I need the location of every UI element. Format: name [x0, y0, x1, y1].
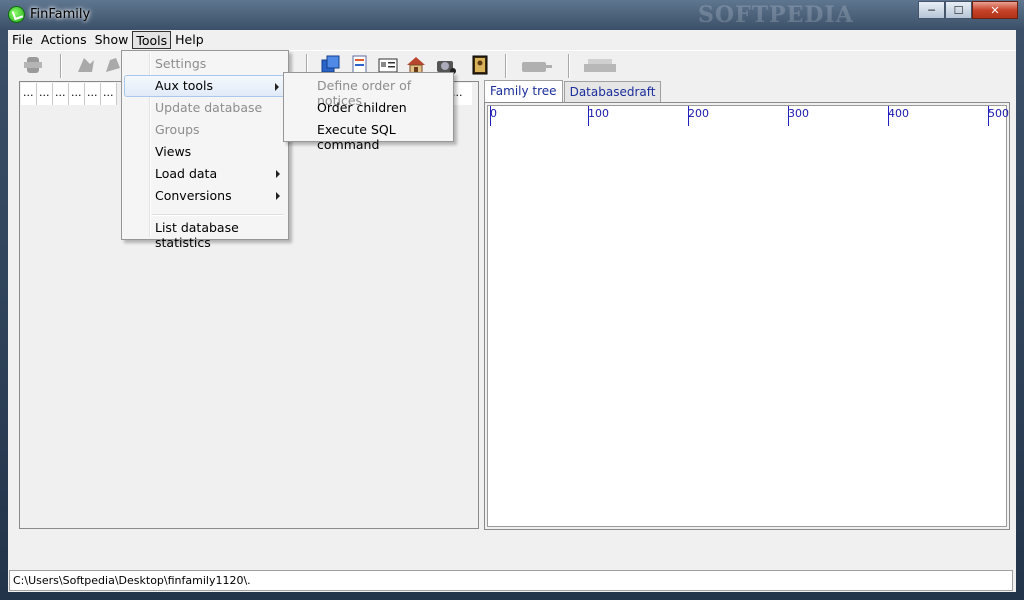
tab-content: 0 100 200 300 400 500 [484, 102, 1010, 530]
menu-item-order-children[interactable]: Order children [286, 97, 451, 119]
window-title: FinFamily [30, 7, 91, 22]
menu-show[interactable]: Show [91, 30, 133, 50]
menu-tools[interactable]: Tools [132, 31, 172, 49]
submenu-arrow-icon [276, 192, 280, 200]
column-header[interactable]: ... [37, 83, 53, 105]
minimize-button[interactable]: ─ [918, 1, 945, 19]
menu-item-label: Conversions [155, 188, 232, 203]
ruler-label: 300 [788, 107, 809, 120]
menu-item-label: Aux tools [155, 78, 214, 93]
tools-menu: Settings Aux tools Update database Group… [121, 50, 289, 250]
app-window: FinFamily SOFTPEDIA ─ ☐ ✕ File Actions S… [0, 0, 1024, 600]
menu-separator [152, 214, 284, 216]
menu-actions[interactable]: Actions [37, 30, 91, 50]
tree-panel: Family tree Databasedraft 0 100 200 300 … [484, 80, 1010, 531]
column-header[interactable]: ... [101, 83, 117, 105]
close-button[interactable]: ✕ [972, 1, 1018, 19]
ruler-label: 0 [490, 107, 497, 120]
menu-item-label: Load data [155, 166, 218, 181]
submenu-arrow-icon [275, 83, 279, 91]
menu-file[interactable]: File [8, 30, 37, 50]
menu-item-groups[interactable]: Groups [124, 119, 286, 141]
printer-icon[interactable] [582, 54, 618, 76]
toolbar-separator [505, 54, 507, 78]
maximize-button[interactable]: ☐ [945, 1, 972, 19]
menu-item-define-order-of-notices[interactable]: Define order of notices [286, 75, 451, 108]
toolbar-separator [60, 54, 62, 78]
menu-help[interactable]: Help [171, 30, 208, 50]
status-bar-path: C:\Users\Softpedia\Desktop\finfamily1120… [9, 570, 1013, 591]
menu-item-execute-sql-command[interactable]: Execute SQL command [286, 119, 451, 152]
menu-item-update-database[interactable]: Update database [124, 97, 286, 119]
column-header[interactable]: ... [21, 83, 37, 105]
ruler-label: 500 [988, 107, 1009, 120]
tab-family-tree[interactable]: Family tree [484, 80, 563, 103]
finfamily-app-icon[interactable] [8, 6, 25, 23]
submenu-arrow-icon [276, 170, 280, 178]
add-parent-icon[interactable] [74, 54, 96, 76]
column-header[interactable]: ... [53, 83, 69, 105]
family-tree-canvas[interactable]: 0 100 200 300 400 500 [487, 105, 1009, 527]
ruler-label: 400 [888, 107, 909, 120]
column-header[interactable]: ... [69, 83, 85, 105]
menu-bar: File Actions Show Tools Help [8, 30, 1016, 50]
menu-item-views[interactable]: Views [124, 141, 286, 163]
title-bar[interactable]: FinFamily SOFTPEDIA ─ ☐ ✕ [0, 0, 1024, 30]
tab-databasedraft[interactable]: Databasedraft [563, 81, 662, 102]
tab-strip: Family tree Databasedraft [484, 80, 662, 103]
menu-item-load-data[interactable]: Load data [124, 163, 286, 185]
portrait-icon[interactable] [469, 54, 491, 76]
column-header[interactable]: ... [85, 83, 101, 105]
menu-item-aux-tools[interactable]: Aux tools [124, 75, 286, 97]
ruler-label: 100 [588, 107, 609, 120]
menu-item-list-database-statistics[interactable]: List database statistics [124, 217, 286, 250]
aux-tools-submenu: Define order of notices Order children E… [283, 72, 454, 152]
menu-item-conversions[interactable]: Conversions [124, 185, 286, 207]
person-icon[interactable] [22, 54, 44, 76]
toolbar-separator [568, 54, 570, 78]
softpedia-watermark: SOFTPEDIA [698, 2, 854, 28]
list-header: ... ... ... ... ... ... [21, 83, 117, 105]
menu-item-settings[interactable]: Settings [124, 53, 286, 75]
add-record-icon[interactable] [520, 54, 554, 76]
ruler-label: 200 [688, 107, 709, 120]
